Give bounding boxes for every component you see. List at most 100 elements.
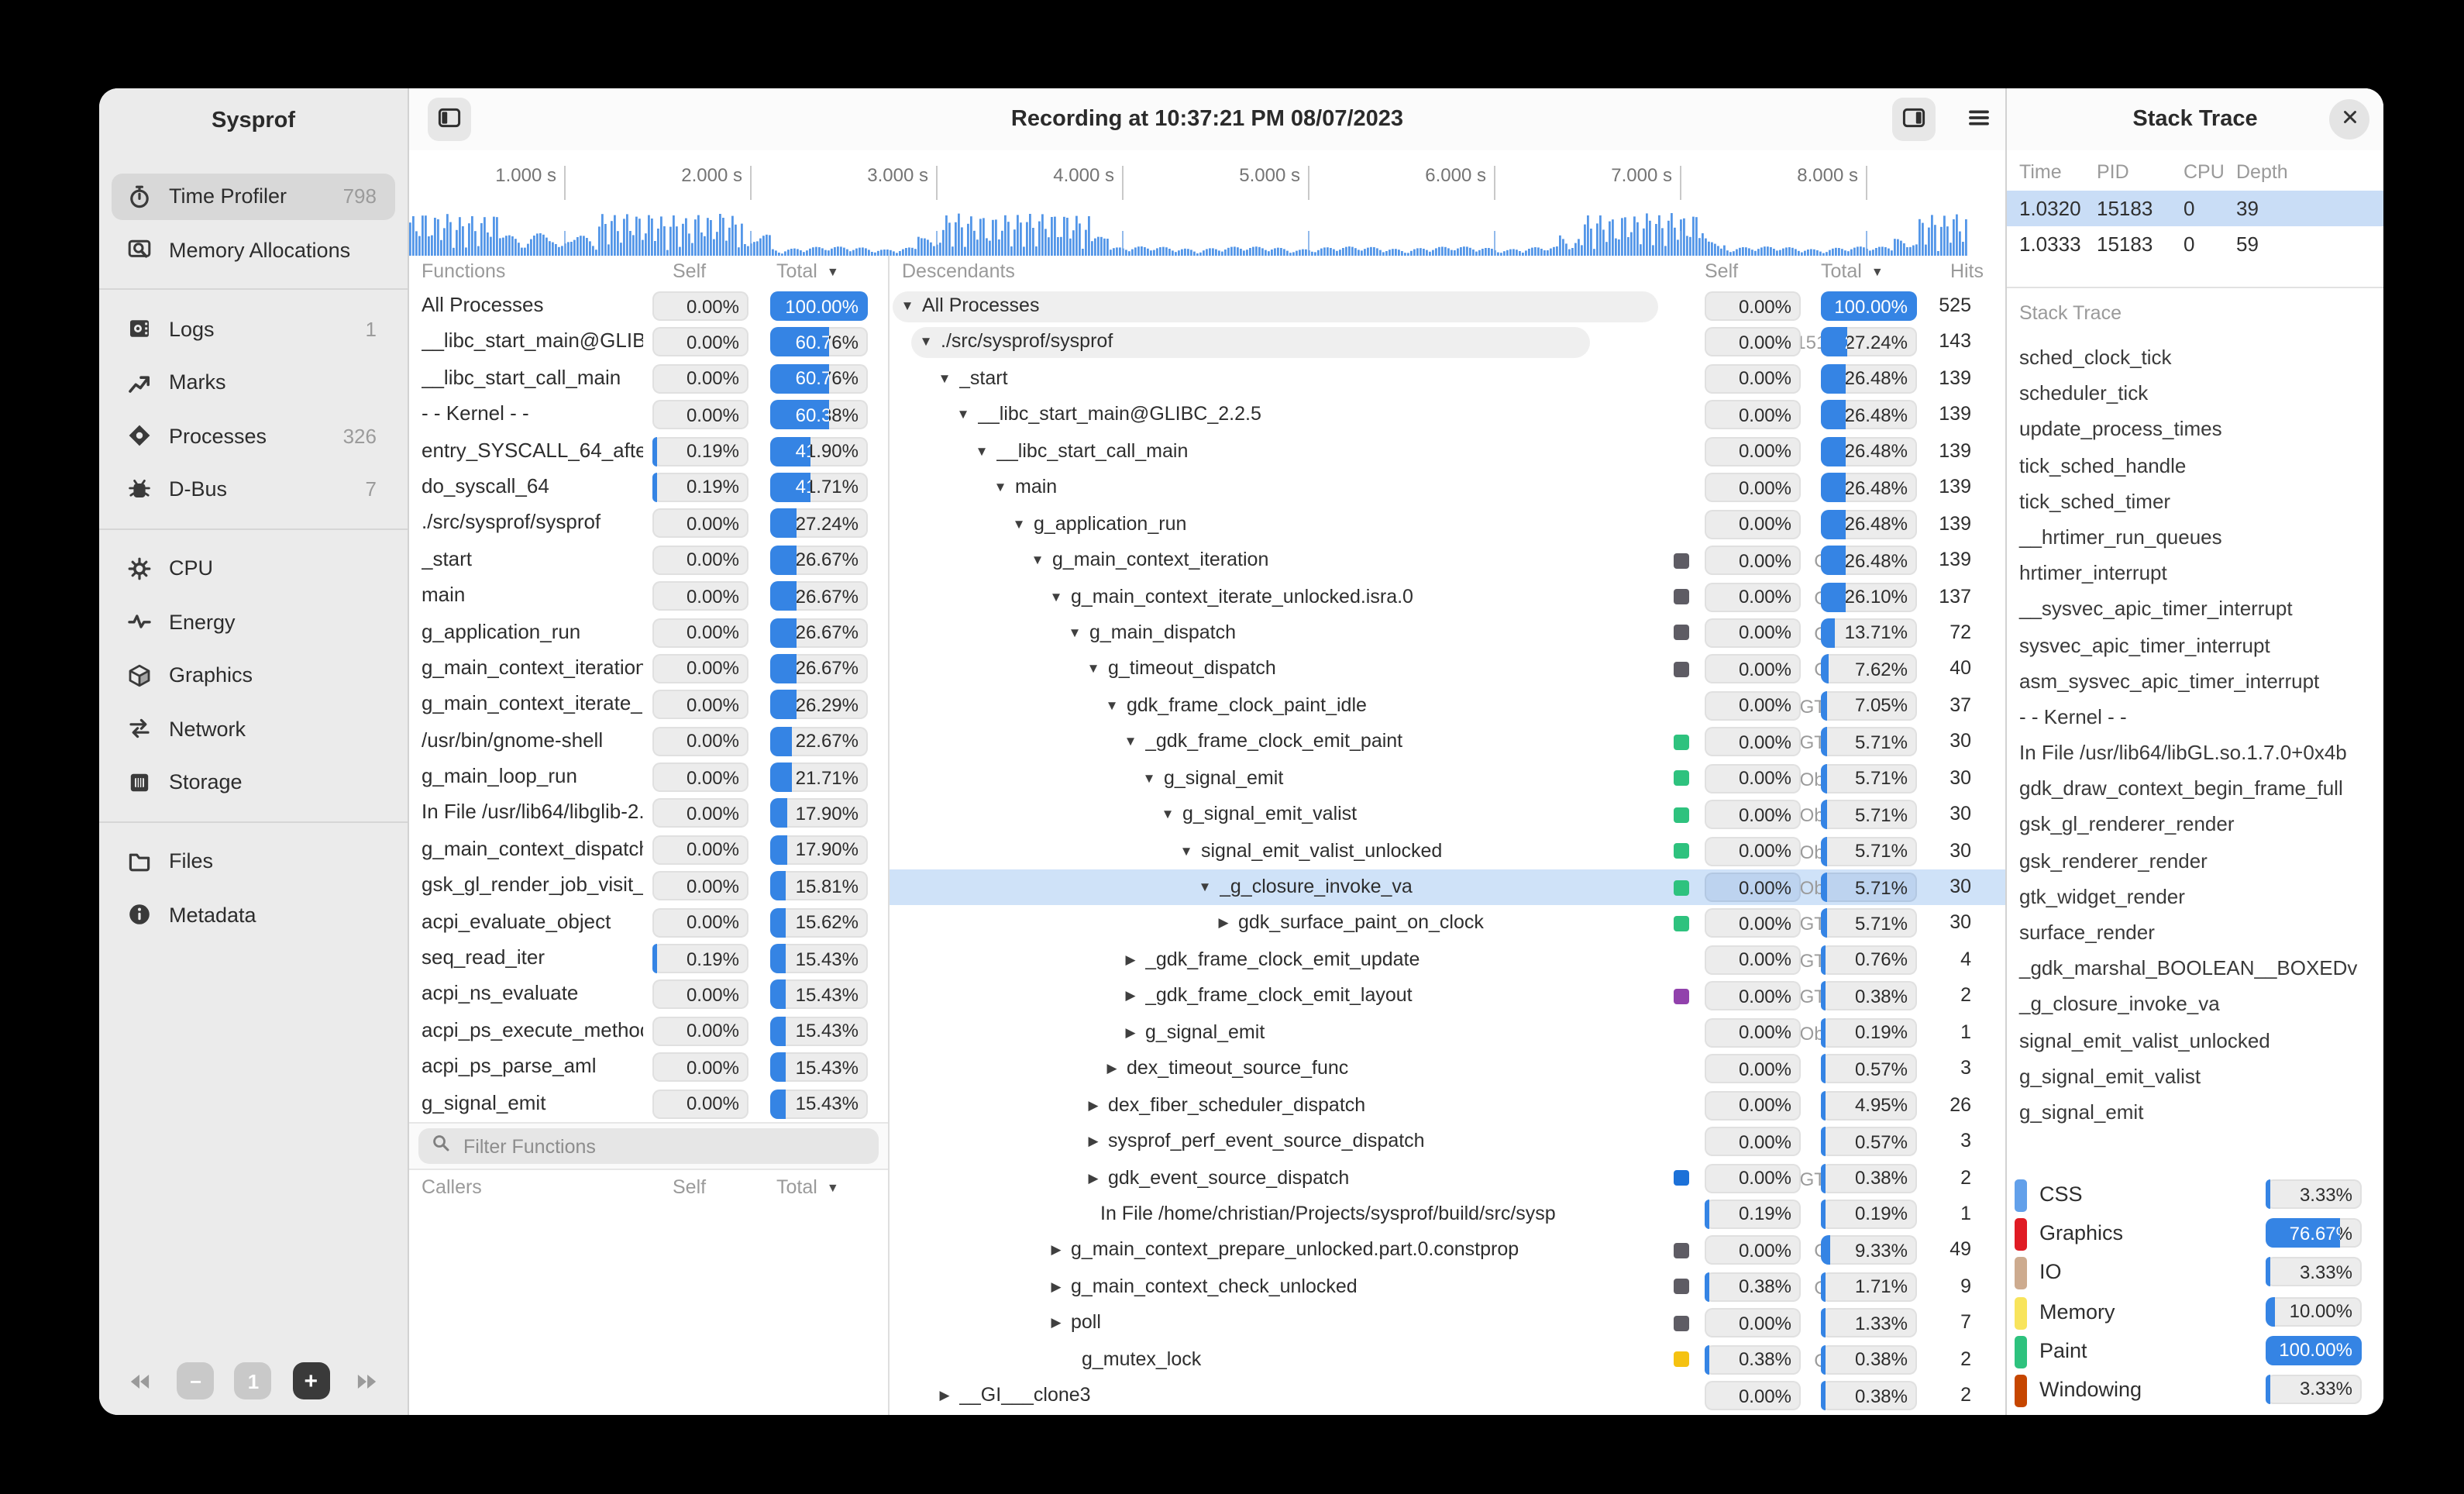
expander-closed-icon[interactable]: ▶ [1085, 1096, 1102, 1114]
expander-open-icon[interactable]: ▼ [1178, 842, 1195, 859]
function-row[interactable]: acpi_ns_evaluate0.00%15.43%15.43% [409, 977, 888, 1014]
function-row[interactable]: acpi_ps_execute_method0.00%15.43%15.43% [409, 1014, 888, 1050]
stack-frame-item[interactable]: gdk_surface_paint_on_clock [2007, 1130, 2383, 1133]
function-row[interactable]: /usr/bin/gnome-shell0.00%22.67%22.67% [409, 723, 888, 759]
sidebar-item-network[interactable]: Network [112, 705, 395, 752]
descendant-row[interactable]: ▶sysprof_perf_event_source_dispatch0.00%… [890, 1124, 2005, 1160]
expander-closed-icon[interactable]: ▶ [1122, 1024, 1139, 1041]
descendant-row[interactable]: ▼g_main_dispatchGLib0.00%13.71%13.71%72 [890, 615, 2005, 652]
stack-frame-item[interactable]: signal_emit_valist_unlocked [2007, 1022, 2383, 1058]
descendants-column-header[interactable]: Descendants [902, 260, 1015, 282]
descendant-row[interactable]: ▼_g_closure_invoke_vaGObject0.00%5.71%5.… [890, 869, 2005, 906]
sidebar-item-processes[interactable]: Processes326 [112, 412, 395, 459]
descendant-row[interactable]: ▼g_main_context_iterationGLib0.00%26.48%… [890, 542, 2005, 579]
stack-frame-item[interactable]: g_signal_emit_valist [2007, 1059, 2383, 1094]
expander-closed-icon[interactable]: ▶ [1085, 1169, 1102, 1186]
function-row[interactable]: g_main_context_iterate_unlocked.isra.00.… [409, 687, 888, 724]
sidebar-item-d-bus[interactable]: D-Bus7 [112, 466, 395, 512]
stack-frame-item[interactable]: surface_render [2007, 914, 2383, 950]
function-row[interactable]: g_application_run0.00%26.67%26.67% [409, 614, 888, 651]
expander-closed-icon[interactable]: ▶ [1085, 1133, 1102, 1150]
function-row[interactable]: gsk_gl_render_job_visit_node0.00%15.81%1… [409, 869, 888, 905]
samples-column-header-time[interactable]: Time [2019, 161, 2062, 183]
samples-column-header-cpu[interactable]: CPU [2184, 161, 2225, 183]
timeline-ruler[interactable]: 1.000 s2.000 s3.000 s4.000 s5.000 s6.000… [409, 150, 2005, 200]
expander-open-icon[interactable]: ▼ [1159, 806, 1176, 823]
descendant-row[interactable]: ▶gdk_event_source_dispatchGTK 40.00%0.38… [890, 1160, 2005, 1196]
zoom-level-button[interactable]: 1 [235, 1362, 272, 1399]
stack-frame-item[interactable]: _gdk_marshal_BOOLEAN__BOXEDv [2007, 950, 2383, 986]
samples-column-header-pid[interactable]: PID [2097, 161, 2129, 183]
stack-frame-item[interactable]: hrtimer_interrupt [2007, 555, 2383, 590]
expander-open-icon[interactable]: ▼ [1066, 625, 1083, 642]
functions-total-column-header[interactable]: Total▼ [776, 260, 839, 282]
expander-open-icon[interactable]: ▼ [917, 334, 934, 351]
expander-open-icon[interactable]: ▼ [1010, 515, 1027, 532]
stack-frame-item[interactable]: _g_closure_invoke_va [2007, 986, 2383, 1022]
sidebar-item-time-profiler[interactable]: Time Profiler798 [112, 173, 395, 219]
function-row[interactable]: _start0.00%26.67%26.67% [409, 542, 888, 578]
descendants-hits-column-header[interactable]: Hits [1950, 260, 1984, 282]
function-row[interactable]: g_main_context_iteration0.00%26.67%26.67… [409, 651, 888, 687]
descendant-row[interactable]: ▶polllibc0.00%1.33%1.33%7 [890, 1306, 2005, 1342]
expander-open-icon[interactable]: ▼ [1141, 769, 1158, 787]
expander-open-icon[interactable]: ▼ [1048, 588, 1065, 605]
sidebar-item-marks[interactable]: Marks [112, 359, 395, 405]
expander-open-icon[interactable]: ▼ [899, 298, 916, 315]
function-row[interactable]: seq_read_iter0.19%0.19%15.43%15.43% [409, 941, 888, 977]
sidebar-item-graphics[interactable]: Graphics [112, 652, 395, 698]
zoom-out-button[interactable]: − [177, 1362, 215, 1399]
expander-closed-icon[interactable]: ▶ [1048, 1315, 1065, 1332]
cpu-activity-graph[interactable] [409, 200, 2005, 257]
stack-frame-item[interactable]: - - Kernel - - [2007, 699, 2383, 735]
sidebar-item-storage[interactable]: Storage [112, 759, 395, 805]
descendant-row[interactable]: ▼signal_emit_valist_unlockedGObject0.00%… [890, 833, 2005, 869]
descendant-row[interactable]: ▼__libc_start_call_mainlibc0.00%26.48%26… [890, 434, 2005, 470]
descendant-row[interactable]: ▶g_signal_emitGObject0.00%0.19%0.19%1 [890, 1015, 2005, 1052]
sample-row[interactable]: 1.033315183059 [2007, 226, 2383, 262]
descendant-row[interactable]: ▶gdk_surface_paint_on_clockGTK 40.00%5.7… [890, 906, 2005, 942]
samples-column-header-depth[interactable]: Depth [2236, 161, 2288, 183]
zoom-in-button[interactable]: + [292, 1362, 329, 1399]
menu-button[interactable] [1957, 98, 2001, 141]
expander-closed-icon[interactable]: ▶ [1048, 1279, 1065, 1296]
sample-row[interactable]: 1.032015183039 [2007, 191, 2383, 226]
callers-total-column-header[interactable]: Total▼ [776, 1176, 839, 1198]
expander-closed-icon[interactable]: ▶ [1122, 988, 1139, 1005]
rewind-button[interactable] [119, 1362, 157, 1399]
stack-frame-item[interactable]: gdk_draw_context_begin_frame_full [2007, 771, 2383, 807]
descendant-row[interactable]: ▼_gdk_frame_clock_emit_paintGTK 40.00%5.… [890, 725, 2005, 761]
close-panel-button[interactable] [2329, 99, 2369, 139]
function-row[interactable]: g_signal_emit0.00%15.43%15.43% [409, 1086, 888, 1122]
descendant-row[interactable]: ▶g_main_context_check_unlockedGLib0.38%0… [890, 1269, 2005, 1306]
toggle-sidebar-button[interactable] [428, 98, 471, 141]
descendant-row[interactable]: ▶_gdk_frame_clock_emit_updateGTK 40.00%0… [890, 942, 2005, 979]
stack-frame-item[interactable]: gsk_renderer_render [2007, 842, 2383, 878]
stack-frame-item[interactable]: In File /usr/lib64/libGL.so.1.7.0+0x4b [2007, 735, 2383, 770]
descendant-row[interactable]: g_mutex_lockGLib0.38%0.38%0.38%0.38%2 [890, 1341, 2005, 1378]
descendant-row[interactable]: ▼g_signal_emitGObject0.00%5.71%5.71%30 [890, 760, 2005, 797]
descendant-row[interactable]: ▼g_timeout_dispatchGLib0.00%7.62%7.62%40 [890, 652, 2005, 688]
sidebar-item-files[interactable]: Files [112, 838, 395, 884]
stack-frame-item[interactable]: tick_sched_handle [2007, 447, 2383, 483]
descendant-row[interactable]: ▼_start0.00%26.48%26.48%139 [890, 361, 2005, 398]
descendant-row[interactable]: ▶dex_timeout_source_funcDex0.00%0.57%0.5… [890, 1051, 2005, 1087]
descendants-total-column-header[interactable]: Total▼ [1821, 260, 1884, 282]
expander-open-icon[interactable]: ▼ [992, 479, 1009, 496]
filter-functions-input[interactable] [460, 1134, 866, 1158]
function-row[interactable]: entry_SYSCALL_64_after_hwframe0.19%0.19%… [409, 433, 888, 470]
expander-open-icon[interactable]: ▼ [955, 407, 972, 424]
toggle-right-panel-button[interactable] [1892, 98, 1936, 141]
descendant-row[interactable]: ▼main0.00%26.48%26.48%139 [890, 470, 2005, 506]
stack-frame-item[interactable]: update_process_times [2007, 411, 2383, 447]
functions-column-header[interactable]: Functions [422, 260, 505, 282]
function-row[interactable]: In File /usr/lib64/libglib-2.0.so.00.00%… [409, 796, 888, 832]
expander-closed-icon[interactable]: ▶ [1103, 1060, 1120, 1077]
descendant-row[interactable]: ▼./src/sysprof/sysprof(15183)0.00%27.24%… [890, 325, 2005, 361]
sidebar-item-cpu[interactable]: CPU [112, 545, 395, 591]
filter-functions-field[interactable] [418, 1128, 879, 1164]
sidebar-item-logs[interactable]: Logs1 [112, 305, 395, 352]
stack-frame-item[interactable]: scheduler_tick [2007, 375, 2383, 411]
descendant-row[interactable]: ▶__GI___clone3libc0.00%0.38%0.38%2 [890, 1378, 2005, 1414]
fast-forward-button[interactable] [350, 1362, 387, 1399]
